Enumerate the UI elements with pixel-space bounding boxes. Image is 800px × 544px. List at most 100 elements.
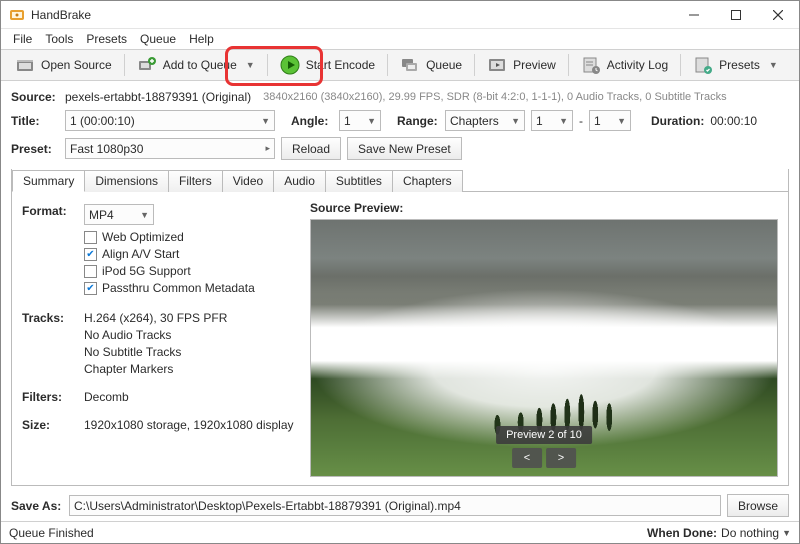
- preview-button[interactable]: Preview: [479, 51, 564, 79]
- preview-next-button[interactable]: >: [546, 448, 576, 468]
- tab-chapters[interactable]: Chapters: [392, 170, 463, 192]
- menu-queue[interactable]: Queue: [134, 30, 182, 48]
- save-as-label: Save As:: [11, 499, 63, 513]
- play-icon: [280, 55, 300, 75]
- activity-log-label: Activity Log: [607, 58, 668, 72]
- when-done-label: When Done:: [647, 526, 717, 540]
- summary-right: Source Preview: Preview 2 of 10 < >: [310, 201, 778, 477]
- tabs-panel: Summary Dimensions Filters Video Audio S…: [11, 169, 789, 486]
- size-value: 1920x1080 storage, 1920x1080 display: [84, 418, 294, 432]
- title-select[interactable]: 1 (00:00:10)▼: [65, 110, 275, 131]
- reload-button[interactable]: Reload: [281, 137, 341, 160]
- check-passthru[interactable]: ✔ Passthru Common Metadata: [84, 281, 255, 295]
- toolbar-separator: [568, 54, 569, 76]
- preset-row: Preset: Fast 1080p30▸ Reload Save New Pr…: [11, 137, 789, 160]
- range-to-select[interactable]: 1▼: [589, 110, 631, 131]
- tab-summary[interactable]: Summary: [12, 170, 85, 192]
- track-line: H.264 (x264), 30 FPS PFR: [84, 311, 227, 325]
- duration-label: Duration:: [651, 114, 704, 128]
- save-preset-label: Save New Preset: [358, 142, 451, 156]
- summary-left: Format: MP4 ▼ Web Optimized ✔Align A/V St…: [22, 201, 302, 477]
- source-meta: 3840x2160 (3840x2160), 29.99 FPS, SDR (8…: [263, 91, 726, 103]
- preset-select[interactable]: Fast 1080p30 ▸: [65, 138, 275, 159]
- browse-button[interactable]: Browse: [727, 494, 789, 517]
- filters-value: Decomb: [84, 390, 129, 404]
- menu-presets[interactable]: Presets: [80, 30, 133, 48]
- preview-icon: [487, 55, 507, 75]
- activity-log-button[interactable]: Activity Log: [573, 51, 676, 79]
- when-done-select[interactable]: Do nothing ▼: [721, 526, 791, 540]
- presets-button[interactable]: Presets ▼: [685, 51, 786, 79]
- toolbar: Open Source Add to Queue ▼ Start Encode …: [1, 49, 799, 81]
- title-bar: HandBrake: [1, 1, 799, 29]
- range-to: 1: [594, 114, 601, 128]
- size-label: Size:: [22, 418, 84, 432]
- app-icon: [9, 7, 25, 23]
- filters-label: Filters:: [22, 390, 84, 404]
- menu-help[interactable]: Help: [183, 30, 220, 48]
- toolbar-separator: [680, 54, 681, 76]
- chevron-down-icon: ▼: [617, 116, 626, 126]
- tab-audio[interactable]: Audio: [273, 170, 326, 192]
- maximize-button[interactable]: [715, 1, 757, 29]
- save-path-value: C:\Users\Administrator\Desktop\Pexels-Er…: [74, 499, 461, 513]
- range-mode-select[interactable]: Chapters▼: [445, 110, 525, 131]
- check-label: iPod 5G Support: [102, 264, 191, 278]
- add-to-queue-label: Add to Queue: [163, 58, 237, 72]
- format-label: Format:: [22, 204, 84, 225]
- angle-select[interactable]: 1▼: [339, 110, 381, 131]
- source-label: Source:: [11, 90, 59, 104]
- window-title: HandBrake: [31, 8, 673, 22]
- range-from: 1: [536, 114, 543, 128]
- save-path-input[interactable]: C:\Users\Administrator\Desktop\Pexels-Er…: [69, 495, 721, 516]
- open-source-icon: [15, 55, 35, 75]
- check-ipod[interactable]: iPod 5G Support: [84, 264, 255, 278]
- chevron-down-icon: ▼: [367, 116, 376, 126]
- save-row: Save As: C:\Users\Administrator\Desktop\…: [1, 490, 799, 521]
- start-encode-label: Start Encode: [306, 58, 375, 72]
- range-from-select[interactable]: 1▼: [531, 110, 573, 131]
- title-value: 1 (00:00:10): [70, 114, 135, 128]
- when-done-value: Do nothing: [721, 526, 779, 540]
- track-line: No Subtitle Tracks: [84, 345, 227, 359]
- title-label: Title:: [11, 114, 59, 128]
- presets-icon: [693, 55, 713, 75]
- duration-value: 00:00:10: [710, 114, 757, 128]
- toolbar-separator: [267, 54, 268, 76]
- queue-button[interactable]: Queue: [392, 51, 470, 79]
- tab-video[interactable]: Video: [222, 170, 274, 192]
- close-button[interactable]: [757, 1, 799, 29]
- menu-file[interactable]: File: [7, 30, 38, 48]
- summary-tab-body: Format: MP4 ▼ Web Optimized ✔Align A/V St…: [12, 193, 788, 485]
- checkbox-icon: ✔: [84, 248, 97, 261]
- minimize-button[interactable]: [673, 1, 715, 29]
- preview-prev-button[interactable]: <: [512, 448, 542, 468]
- tab-subtitles[interactable]: Subtitles: [325, 170, 393, 192]
- tracks-label: Tracks:: [22, 311, 84, 376]
- check-web-opt[interactable]: Web Optimized: [84, 230, 255, 244]
- tab-dimensions[interactable]: Dimensions: [84, 170, 169, 192]
- toolbar-separator: [124, 54, 125, 76]
- open-source-button[interactable]: Open Source: [7, 51, 120, 79]
- add-to-queue-button[interactable]: Add to Queue ▼: [129, 51, 263, 79]
- preview-label: Preview: [513, 58, 556, 72]
- format-select[interactable]: MP4 ▼: [84, 204, 154, 225]
- title-row: Title: 1 (00:00:10)▼ Angle: 1▼ Range: Ch…: [11, 110, 789, 131]
- status-bar: Queue Finished When Done: Do nothing ▼: [1, 521, 799, 543]
- menu-tools[interactable]: Tools: [39, 30, 79, 48]
- checkbox-icon: ✔: [84, 282, 97, 295]
- chevron-down-icon: ▼: [140, 210, 149, 220]
- save-preset-button[interactable]: Save New Preset: [347, 137, 462, 160]
- format-value: MP4: [89, 208, 114, 222]
- activity-log-icon: [581, 55, 601, 75]
- track-line: Chapter Markers: [84, 362, 227, 376]
- checkbox-icon: [84, 231, 97, 244]
- preview-counter: Preview 2 of 10: [496, 426, 592, 444]
- start-encode-button[interactable]: Start Encode: [272, 51, 383, 79]
- preset-value: Fast 1080p30: [70, 142, 143, 156]
- chevron-right-icon: ▸: [265, 143, 270, 154]
- tab-filters[interactable]: Filters: [168, 170, 223, 192]
- check-align-av[interactable]: ✔Align A/V Start: [84, 247, 255, 261]
- range-label: Range:: [397, 114, 439, 128]
- check-label: Passthru Common Metadata: [102, 281, 255, 295]
